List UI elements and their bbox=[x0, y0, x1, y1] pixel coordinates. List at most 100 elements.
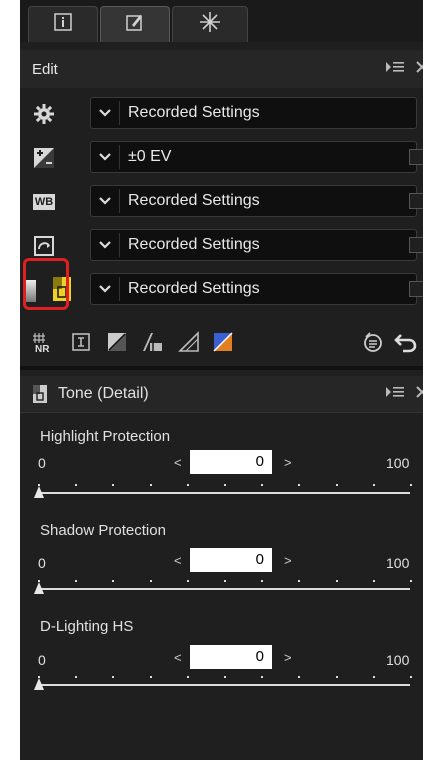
tool-row: NR bbox=[20, 322, 423, 362]
chevron-left-icon[interactable]: < bbox=[174, 553, 182, 568]
slider-tick bbox=[38, 676, 40, 678]
slider-value-input[interactable]: 0 bbox=[190, 548, 272, 572]
slider-track[interactable] bbox=[38, 684, 410, 686]
tone-adjust-icon[interactable] bbox=[140, 330, 166, 354]
slider-tick bbox=[75, 676, 78, 678]
history-icon[interactable] bbox=[360, 330, 386, 354]
chevron-down-icon bbox=[91, 197, 119, 205]
exposure-checkbox[interactable] bbox=[409, 149, 423, 165]
slider-tick bbox=[112, 580, 115, 582]
dropdown-value: Recorded Settings bbox=[128, 236, 260, 253]
slider-thumb[interactable] bbox=[34, 678, 44, 690]
chevron-down-icon bbox=[91, 285, 119, 293]
slider-tick bbox=[149, 580, 152, 582]
chevron-right-icon[interactable]: > bbox=[284, 650, 292, 665]
close-icon[interactable] bbox=[415, 60, 423, 78]
tab-effects[interactable] bbox=[172, 6, 248, 42]
picture-control-checkbox[interactable] bbox=[409, 237, 423, 253]
svg-text:NR: NR bbox=[35, 344, 50, 353]
slider-tick bbox=[335, 580, 338, 582]
slider-tick bbox=[224, 484, 226, 486]
chevron-right-icon[interactable]: > bbox=[284, 455, 292, 470]
highlight-box bbox=[23, 258, 69, 310]
chevron-right-icon[interactable]: > bbox=[284, 553, 292, 568]
slider-tick bbox=[186, 580, 189, 582]
slider-tick bbox=[372, 484, 375, 486]
slider-tick bbox=[224, 676, 226, 678]
slider-min: 0 bbox=[38, 555, 46, 571]
tab-strip bbox=[20, 0, 423, 42]
tone-detail-header: Tone (Detail) bbox=[20, 376, 423, 413]
slider-tick bbox=[335, 676, 338, 678]
section-divider bbox=[20, 366, 423, 370]
slider-tick bbox=[38, 580, 40, 582]
edit-header: Edit bbox=[20, 50, 423, 88]
tab-info[interactable] bbox=[28, 6, 98, 42]
tone-detail-title: Tone (Detail) bbox=[58, 385, 149, 402]
dropdown-value: Recorded Settings bbox=[128, 280, 260, 297]
noise-reduction-icon[interactable]: NR bbox=[32, 330, 58, 354]
slider-tick bbox=[38, 484, 40, 486]
chevron-left-icon[interactable]: < bbox=[174, 650, 182, 665]
slider-track[interactable] bbox=[38, 588, 410, 590]
settings-dropdown[interactable]: Recorded Settings bbox=[90, 97, 417, 129]
white-balance-checkbox[interactable] bbox=[409, 193, 423, 209]
slider-tick bbox=[112, 676, 115, 678]
slider-value-input[interactable]: 0 bbox=[190, 645, 272, 669]
unsharp-icon[interactable] bbox=[176, 330, 202, 354]
dropdown-value: Recorded Settings bbox=[128, 192, 260, 209]
undo-icon[interactable] bbox=[392, 330, 418, 354]
slider-tick bbox=[112, 484, 115, 486]
slider-tick bbox=[186, 484, 189, 486]
edit-row-white-balance: WB Recorded Settings bbox=[20, 180, 423, 224]
slider-max: 100 bbox=[386, 455, 410, 471]
slider-tick bbox=[75, 580, 78, 582]
slider-label: Highlight Protection bbox=[40, 428, 171, 445]
picture-control-dropdown[interactable]: Recorded Settings bbox=[90, 229, 417, 261]
slider-label: Shadow Protection bbox=[40, 522, 166, 539]
slider-tick bbox=[298, 676, 301, 678]
slider-value-input[interactable]: 0 bbox=[190, 450, 272, 474]
gear-icon[interactable] bbox=[32, 102, 56, 126]
slider-tick bbox=[261, 580, 264, 582]
white-balance-dropdown[interactable]: Recorded Settings bbox=[90, 185, 417, 217]
edit-palette: Edit Recorded Settings ±0 EV WB Recorded… bbox=[20, 0, 423, 760]
exposure-dropdown[interactable]: ±0 EV bbox=[90, 141, 417, 173]
tone-detail-dropdown[interactable]: Recorded Settings bbox=[90, 273, 417, 305]
edit-row-settings: Recorded Settings bbox=[20, 92, 423, 136]
tab-edit[interactable] bbox=[100, 6, 170, 42]
panel-menu-icon[interactable] bbox=[385, 385, 405, 404]
edit-title: Edit bbox=[32, 60, 58, 78]
exposure-compensation-icon[interactable] bbox=[32, 146, 56, 170]
dropdown-value: ±0 EV bbox=[128, 148, 172, 165]
color-balance-icon[interactable] bbox=[210, 330, 236, 354]
slider-tick bbox=[410, 580, 412, 582]
slider-tick bbox=[372, 676, 375, 678]
tone-header-icon bbox=[32, 384, 48, 404]
slider-tick bbox=[335, 484, 338, 486]
slider-thumb[interactable] bbox=[34, 486, 44, 498]
slider-max: 100 bbox=[386, 652, 410, 668]
chevron-down-icon bbox=[91, 109, 119, 117]
slider-tick bbox=[149, 676, 152, 678]
slider-min: 0 bbox=[38, 455, 46, 471]
tone-detail-checkbox[interactable] bbox=[409, 281, 423, 297]
white-balance-icon[interactable]: WB bbox=[32, 190, 56, 214]
slider-track[interactable] bbox=[38, 492, 410, 494]
chevron-down-icon bbox=[91, 153, 119, 161]
slider-tick bbox=[149, 484, 152, 486]
panel-menu-icon[interactable] bbox=[385, 60, 405, 78]
slider-label: D-Lighting HS bbox=[40, 618, 134, 635]
levels-curves-icon[interactable] bbox=[104, 330, 130, 354]
edit-row-picture-control: Recorded Settings bbox=[20, 224, 423, 268]
chevron-left-icon[interactable]: < bbox=[174, 455, 182, 470]
slider-tick bbox=[410, 484, 412, 486]
close-icon[interactable] bbox=[415, 385, 423, 404]
edit-row-tone-detail: Recorded Settings bbox=[20, 268, 423, 312]
slider-thumb[interactable] bbox=[34, 582, 44, 594]
slider-tick bbox=[186, 676, 189, 678]
picture-control-icon[interactable] bbox=[32, 234, 56, 258]
slider-tick bbox=[298, 580, 301, 582]
crop-icon[interactable] bbox=[68, 330, 94, 354]
info-icon bbox=[54, 13, 72, 36]
